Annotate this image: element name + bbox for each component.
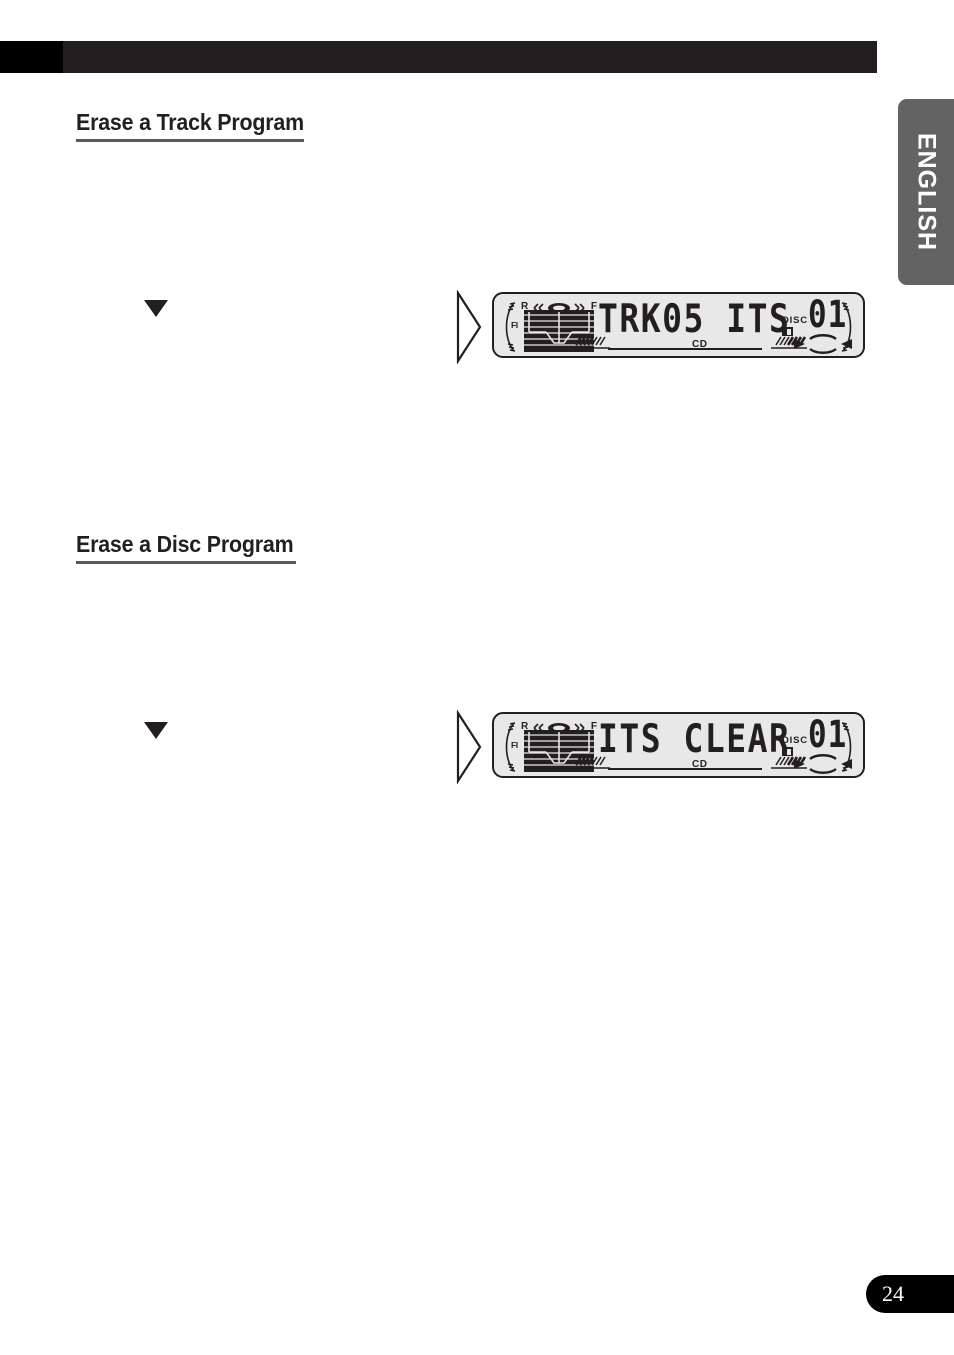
- level-bars-right-icon: [755, 756, 807, 773]
- level-bars-left-icon: [574, 756, 626, 773]
- section-erase-track-program: Erase a Track Program: [76, 110, 304, 142]
- disc-number-1: 01: [808, 293, 848, 337]
- disc-label-1: DISC: [782, 315, 808, 326]
- step-down-arrow-2: [144, 722, 168, 739]
- language-tab-label: ENGLISH: [912, 132, 941, 252]
- lcd-baseline-rule-1: [608, 348, 762, 350]
- fader-label-1: FI: [511, 320, 518, 330]
- disc-label-2: DISC: [782, 735, 808, 746]
- fader-label-2: FI: [511, 740, 518, 750]
- header-dark-bar: [63, 41, 877, 73]
- flow-chevron-1: [456, 289, 482, 369]
- flow-chevron-2: [456, 709, 482, 789]
- lcd-baseline-rule-2: [608, 768, 762, 770]
- level-bars-right-icon: [755, 336, 807, 353]
- section-underline: [76, 139, 304, 142]
- page-title: Erase a Track Program: [76, 109, 304, 135]
- page-number-badge: 24: [866, 1275, 954, 1313]
- page-number: 24: [882, 1281, 904, 1306]
- step-down-arrow-1: [144, 300, 168, 317]
- level-bars-left-icon: [574, 336, 626, 353]
- section-underline-2: [76, 561, 296, 564]
- language-side-tab: ENGLISH: [898, 99, 954, 285]
- disc-number-2: 01: [808, 713, 848, 757]
- lcd-display-1: FI R F TRK05 ITS CD DISC 01: [492, 292, 865, 358]
- section-erase-disc-program: Erase a Disc Program: [76, 532, 296, 564]
- page-title-2: Erase a Disc Program: [76, 531, 294, 557]
- header-black-block: [0, 41, 63, 73]
- page-header-bar: [0, 41, 877, 73]
- lcd-display-2: FI R F ITS CLEAR CD DISC 01: [492, 712, 865, 778]
